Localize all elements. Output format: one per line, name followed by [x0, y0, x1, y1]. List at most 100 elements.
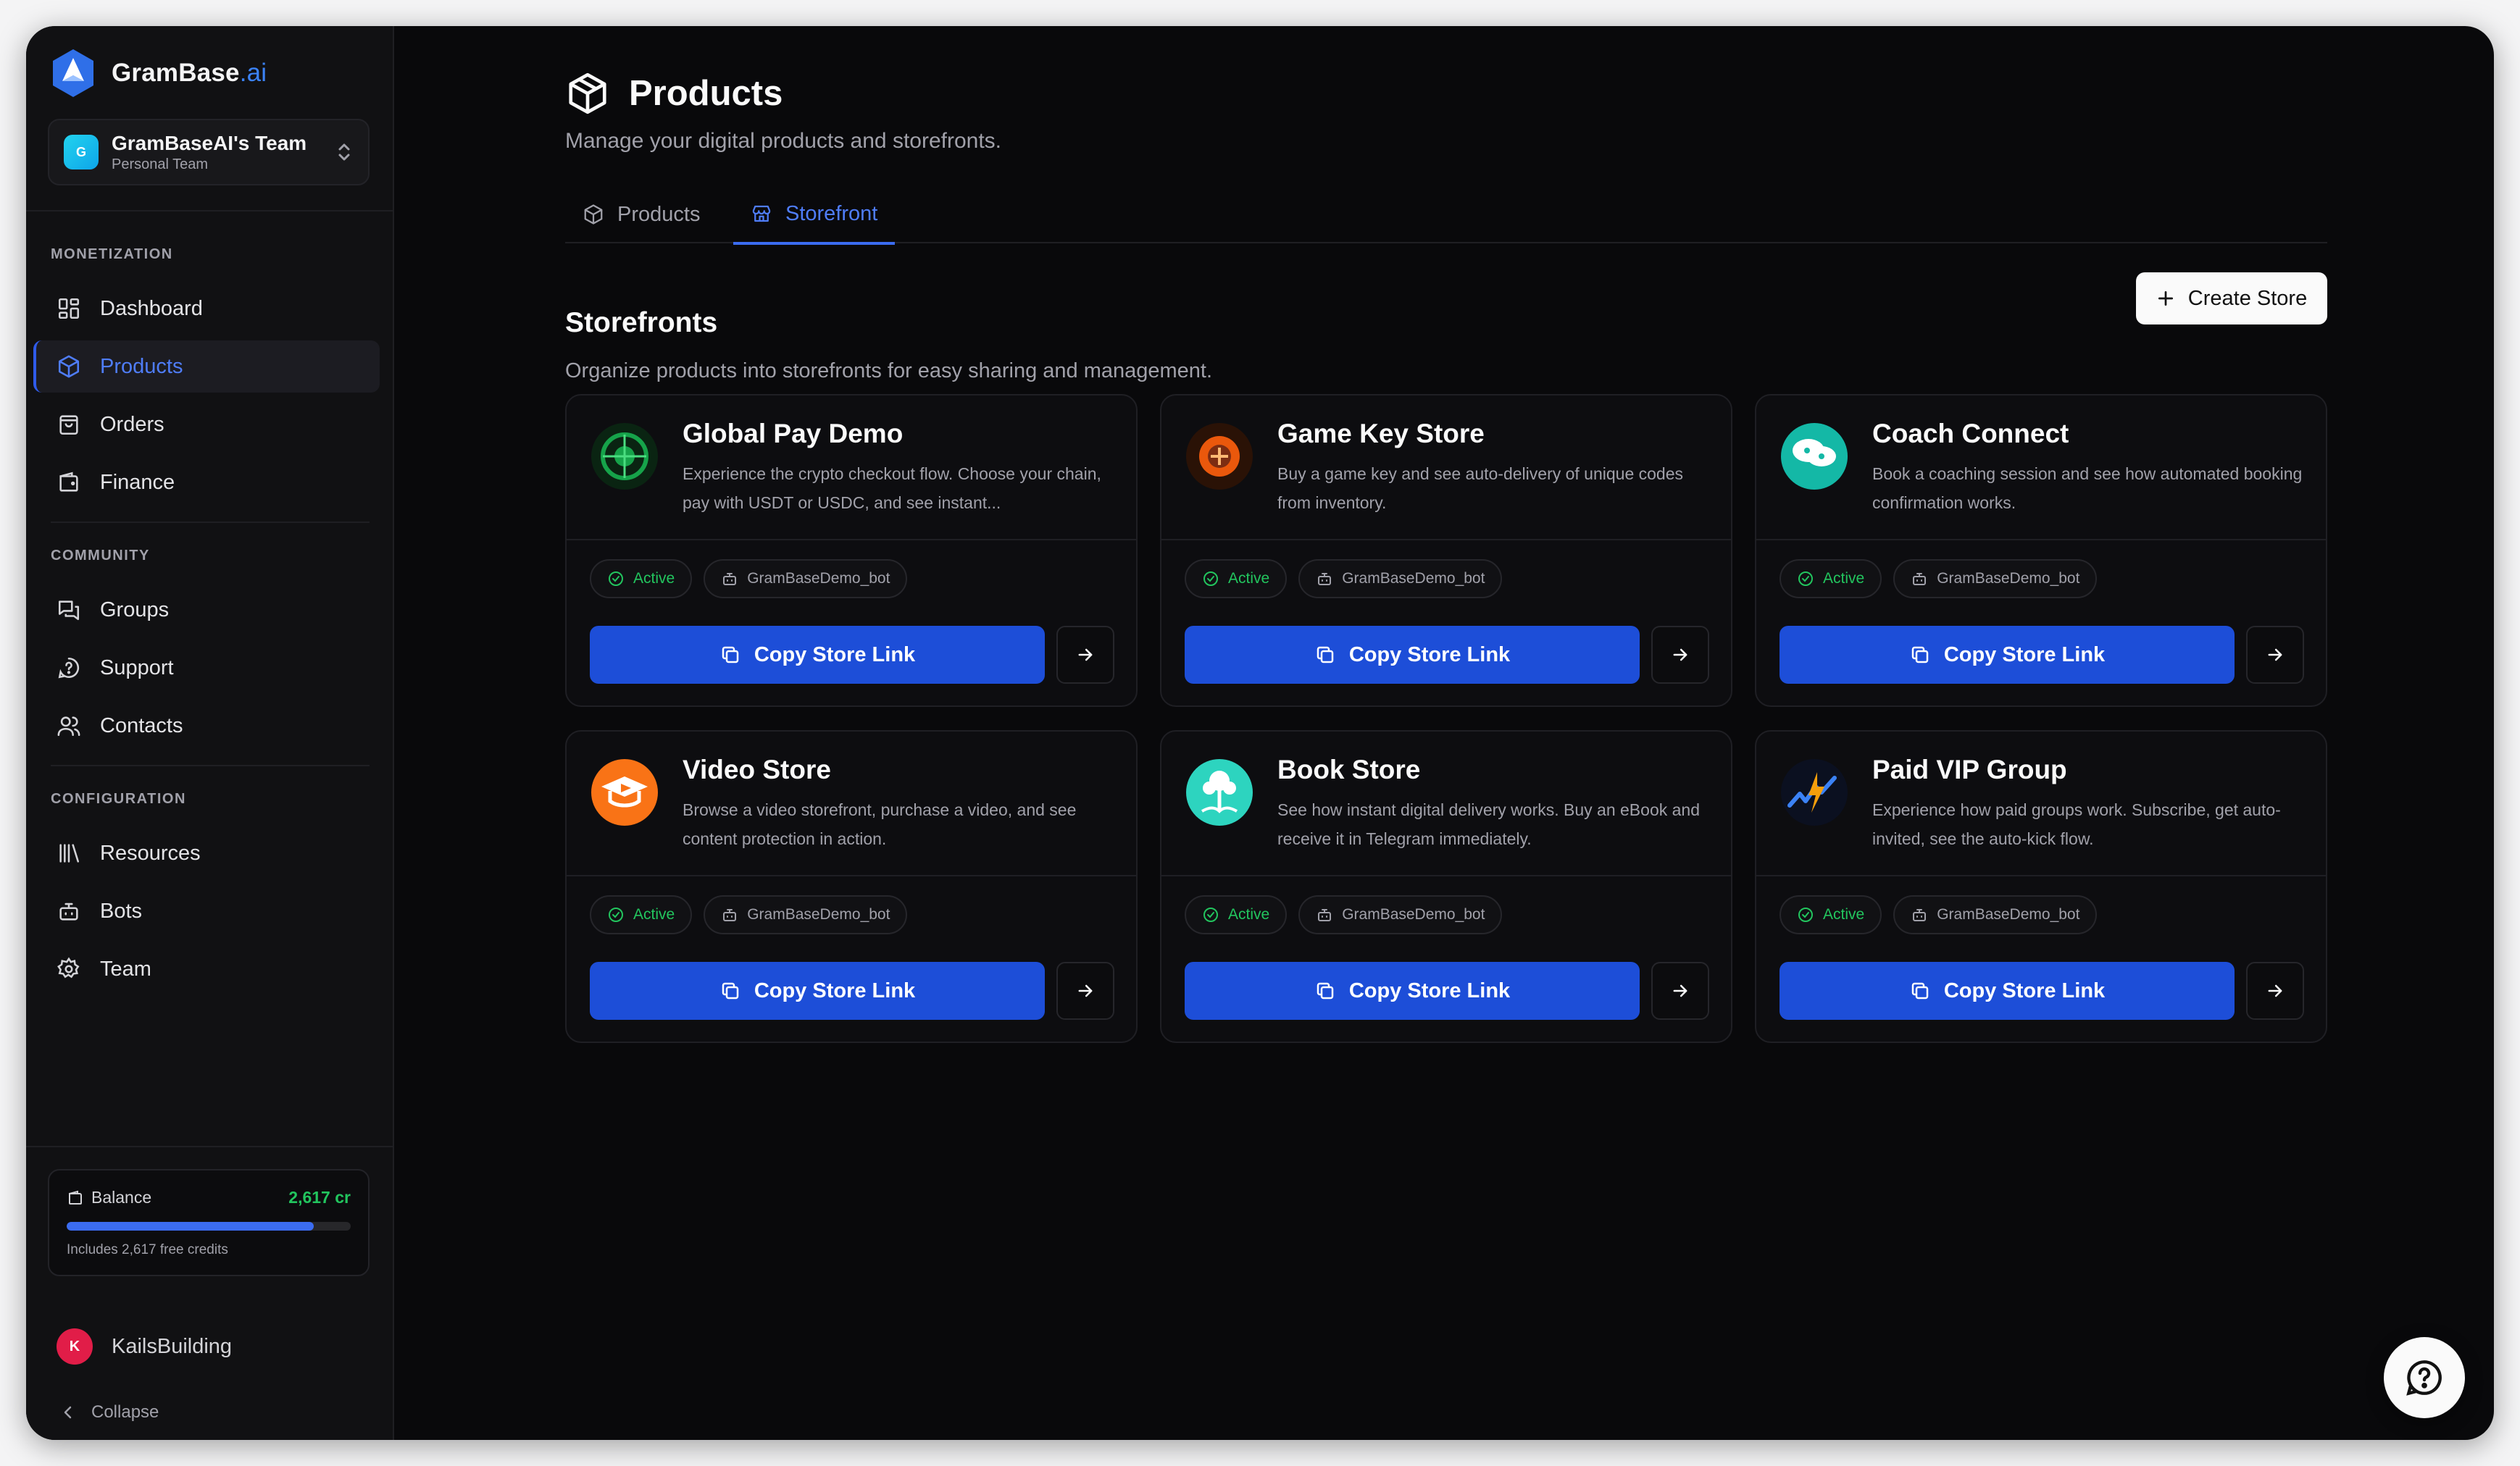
copy-store-link-label: Copy Store Link	[754, 642, 916, 666]
store-title: Game Key Store	[1277, 419, 1485, 448]
users-icon	[57, 716, 80, 737]
sidebar-item-products[interactable]: Products	[33, 340, 380, 393]
store-description: Buy a game key and see auto-delivery of …	[1277, 464, 1684, 512]
store-card-header: Global Pay Demo Experience the crypto ch…	[567, 395, 1136, 540]
store-card-header: Paid VIP Group Experience how paid group…	[1756, 732, 2326, 876]
copy-store-link-button[interactable]: Copy Store Link	[1780, 626, 2235, 684]
bot-name: GramBaseDemo_bot	[747, 570, 890, 587]
balance-card[interactable]: Balance 2,617 cr Includes 2,617 free cre…	[48, 1169, 370, 1276]
wallet-icon	[69, 1190, 82, 1205]
check-circle-icon	[1798, 908, 1813, 922]
tab-products[interactable]: Products	[565, 185, 717, 243]
store-description: Book a coaching session and see how auto…	[1872, 464, 2303, 512]
team-switcher[interactable]: G GramBaseAI's Team Personal Team	[48, 119, 370, 185]
team-subtitle: Personal Team	[112, 156, 209, 172]
sidebar-item-label: Bots	[100, 899, 143, 923]
store-card[interactable]: Global Pay Demo Experience the crypto ch…	[565, 394, 1138, 707]
store-card[interactable]: Video Store Browse a video storefront, p…	[565, 730, 1138, 1043]
copy-store-link-button[interactable]: Copy Store Link	[1185, 626, 1640, 684]
balance-value: 2,617 cr	[288, 1188, 351, 1207]
sidebar-item-dashboard[interactable]: Dashboard	[33, 282, 380, 335]
open-store-button[interactable]	[1651, 962, 1709, 1020]
plus-icon	[2158, 290, 2173, 306]
copy-icon	[1317, 646, 1334, 663]
status-badge: Active	[590, 895, 693, 934]
store-card[interactable]: Book Store See how instant digital deliv…	[1160, 730, 1732, 1043]
box-icon	[569, 72, 606, 114]
section-subtitle: Organize products into storefronts for e…	[565, 359, 1213, 382]
check-circle-icon	[1798, 571, 1813, 586]
create-store-button[interactable]: Create Store	[2136, 272, 2327, 324]
store-badges: Active GramBaseDemo_bot	[1780, 895, 2098, 934]
sidebar-divider	[51, 522, 370, 523]
help-chat-button[interactable]	[2384, 1337, 2465, 1418]
brand[interactable]: GramBase.ai	[51, 48, 267, 99]
store-title: Global Pay Demo	[683, 419, 904, 448]
open-store-button[interactable]	[1056, 962, 1114, 1020]
collapse-button[interactable]: Collapse	[59, 1402, 159, 1423]
tab-storefront[interactable]: Storefront	[733, 185, 896, 245]
bot-name: GramBaseDemo_bot	[747, 906, 890, 923]
copy-icon	[722, 646, 739, 663]
store-card[interactable]: Coach Connect Book a coaching session an…	[1755, 394, 2327, 707]
store-badges: Active GramBaseDemo_bot	[590, 559, 908, 598]
sidebar-item-contacts[interactable]: Contacts	[33, 700, 380, 752]
arrow-right-icon	[1673, 648, 1687, 661]
status-label: Active	[633, 570, 675, 587]
store-grid: Global Pay Demo Experience the crypto ch…	[565, 394, 2327, 1043]
section-label-configuration: CONFIGURATION	[51, 791, 186, 807]
section-label-community: COMMUNITY	[51, 548, 150, 564]
balance-progress	[67, 1222, 351, 1231]
sidebar-item-finance[interactable]: Finance	[33, 456, 380, 508]
copy-icon	[1911, 982, 1929, 1000]
bot-icon	[1913, 573, 1927, 585]
store-card[interactable]: Game Key Store Buy a game key and see au…	[1160, 394, 1732, 707]
sidebar-item-groups[interactable]: Groups	[33, 584, 380, 636]
copy-store-link-button[interactable]: Copy Store Link	[1185, 962, 1640, 1020]
store-badges: Active GramBaseDemo_bot	[590, 895, 908, 934]
sidebar-item-label: Team	[100, 957, 151, 981]
status-badge: Active	[1185, 559, 1288, 598]
status-badge: Active	[590, 559, 693, 598]
sidebar-item-resources[interactable]: Resources	[33, 827, 380, 879]
section-label-monetization: MONETIZATION	[51, 246, 173, 262]
sidebar-item-orders[interactable]: Orders	[33, 398, 380, 451]
avatar: K	[57, 1328, 93, 1365]
sidebar-divider	[26, 1146, 393, 1147]
store-badges: Active GramBaseDemo_bot	[1185, 895, 1503, 934]
open-store-button[interactable]	[1651, 626, 1709, 684]
copy-store-link-label: Copy Store Link	[1348, 979, 1511, 1002]
app-window: GramBase.ai G GramBaseAI's Team Personal…	[26, 26, 2494, 1440]
bot-name: GramBaseDemo_bot	[1342, 906, 1485, 923]
sidebar-item-team[interactable]: Team	[33, 943, 380, 995]
copy-store-link-button[interactable]: Copy Store Link	[590, 626, 1045, 684]
copy-icon	[1317, 982, 1334, 1000]
copy-store-link-button[interactable]: Copy Store Link	[1780, 962, 2235, 1020]
sidebar-item-label: Finance	[100, 470, 175, 494]
status-label: Active	[1823, 570, 1865, 587]
copy-store-link-label: Copy Store Link	[1943, 979, 2106, 1002]
sidebar-item-support[interactable]: Support	[33, 642, 380, 694]
copy-store-link-button[interactable]: Copy Store Link	[590, 962, 1045, 1020]
sidebar-item-label: Resources	[100, 841, 201, 865]
brand-logo-icon	[53, 49, 93, 97]
open-store-button[interactable]	[2246, 626, 2304, 684]
store-card[interactable]: Paid VIP Group Experience how paid group…	[1755, 730, 2327, 1043]
user-menu[interactable]: K KailsBuilding	[57, 1328, 232, 1365]
open-store-button[interactable]	[2246, 962, 2304, 1020]
store-badges: Active GramBaseDemo_bot	[1185, 559, 1503, 598]
status-badge: Active	[1780, 559, 1882, 598]
open-store-button[interactable]	[1056, 626, 1114, 684]
help-chat-icon	[2406, 1360, 2442, 1396]
brand-name: GramBase.ai	[112, 59, 267, 87]
tab-label: Products	[617, 202, 701, 226]
section-title: Storefronts	[565, 307, 718, 338]
check-circle-icon	[609, 908, 623, 922]
arrow-right-icon	[2268, 984, 2282, 997]
store-title: Coach Connect	[1872, 419, 2069, 448]
copy-store-link-label: Copy Store Link	[1348, 642, 1511, 666]
sidebar-item-bots[interactable]: Bots	[33, 885, 380, 937]
sidebar-item-label: Contacts	[100, 713, 183, 737]
balance-label-wrap: Balance	[67, 1188, 151, 1207]
copy-icon	[1911, 646, 1929, 663]
